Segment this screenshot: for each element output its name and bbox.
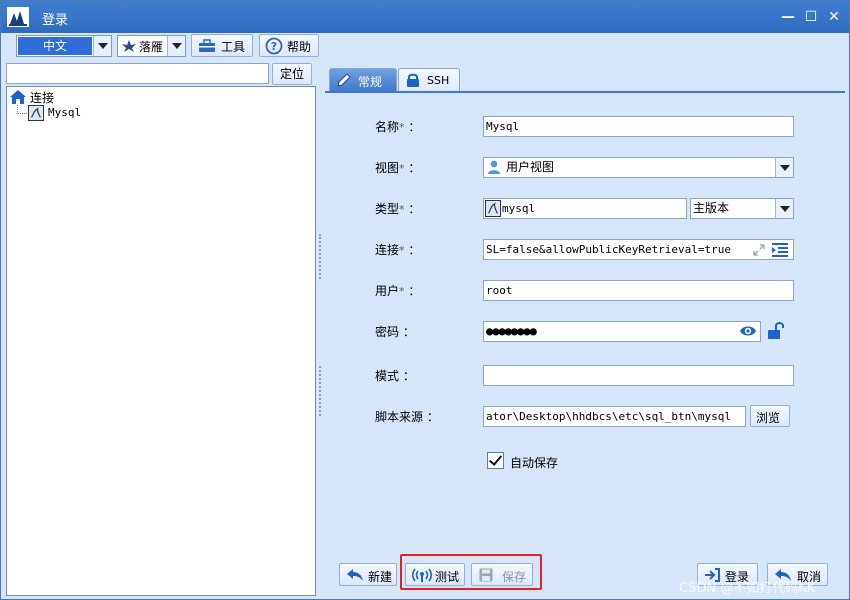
toolbar: 中文 落雁 工具 ? 帮助 (1, 33, 849, 61)
language-select[interactable]: 中文 (16, 35, 112, 57)
browse-button[interactable]: 浏览 (750, 405, 790, 427)
login-window: 登录 — ☐ ✕ 中文 落雁 工具 ? 帮助 定位 连接 Mysql 常规 SS… (0, 0, 850, 600)
expand-icon[interactable] (752, 243, 766, 257)
chevron-down-icon[interactable] (775, 199, 793, 218)
name-input[interactable] (483, 116, 794, 137)
type-field[interactable]: mysql (483, 198, 687, 219)
help-icon: ? (265, 37, 283, 55)
view-label: 视图* ： (375, 161, 421, 175)
language-value: 中文 (18, 37, 92, 55)
password-label: 密码 ： (375, 325, 415, 339)
theme-value: 落雁 (139, 40, 164, 54)
title-bar[interactable]: 登录 — ☐ ✕ (1, 1, 849, 33)
svg-text:?: ? (271, 40, 277, 53)
splitter-grip (319, 234, 321, 279)
tree-search-input[interactable] (6, 63, 269, 84)
mysql-icon (28, 105, 44, 121)
lock-icon (407, 73, 419, 87)
tools-button[interactable]: 工具 (191, 34, 253, 57)
script-source-input[interactable]: ator\Desktop\hhdbcs\etc\sql_btn\mysql (483, 406, 746, 427)
view-value: 用户视图 (506, 160, 555, 174)
type-label: 类型* ： (375, 202, 421, 216)
minimize-icon[interactable]: — (779, 8, 797, 26)
connection-label: 连接* ： (375, 243, 421, 257)
tree-item-label: Mysql (48, 106, 82, 119)
toolbox-icon (199, 39, 215, 52)
autosave-label: 自动保存 (510, 456, 559, 470)
new-button[interactable]: 新建 (339, 563, 397, 586)
schema-label: 模式 ： (375, 369, 415, 383)
tree-root-label: 连接 (30, 91, 55, 105)
help-label: 帮助 (287, 40, 312, 54)
app-logo-icon (7, 7, 29, 27)
connection-value: SL=false&allowPublicKeyRetrieval=true (486, 243, 732, 256)
chevron-down-icon[interactable] (167, 36, 185, 56)
panel-splitter[interactable] (317, 86, 325, 596)
tab-general[interactable]: 常规 (329, 68, 397, 92)
tab-general-label: 常规 (358, 75, 383, 89)
window-title: 登录 (42, 13, 69, 28)
version-value: 主版本 (693, 201, 730, 215)
home-icon (10, 90, 26, 104)
theme-select[interactable]: 落雁 (117, 35, 186, 57)
script-source-value: ator\Desktop\hhdbcs\etc\sql_btn\mysql (486, 410, 732, 423)
user-icon (488, 160, 500, 174)
connection-input[interactable]: SL=false&allowPublicKeyRetrieval=true (483, 239, 794, 260)
tab-ssh[interactable]: SSH (398, 68, 460, 92)
chevron-down-icon[interactable] (93, 36, 111, 56)
script-source-label: 脚本来源 ： (375, 410, 439, 424)
maximize-icon[interactable]: ☐ (802, 8, 820, 26)
view-select[interactable]: 用户视图 (483, 157, 794, 178)
tree-connector (17, 105, 27, 114)
highlight-box (400, 554, 542, 590)
list-indent-icon[interactable] (771, 242, 789, 258)
autosave-checkbox[interactable] (487, 452, 504, 469)
tab-ssh-label: SSH (427, 74, 450, 87)
eye-icon[interactable] (739, 324, 757, 338)
theme-icon (122, 40, 136, 52)
password-value: ●●●●●●●● (486, 324, 537, 338)
watermark: CSDN @不如打代码KK (679, 581, 816, 596)
unlock-icon[interactable] (767, 321, 785, 341)
pencil-icon (337, 73, 351, 87)
splitter-grip (319, 366, 321, 416)
undo-arrow-icon (347, 569, 363, 581)
name-label: 名称* ： (375, 120, 421, 134)
schema-input[interactable] (483, 365, 794, 386)
user-input[interactable] (483, 280, 794, 301)
mysql-icon (485, 200, 501, 217)
password-input[interactable]: ●●●●●●●● (483, 321, 761, 342)
user-label: 用户* ： (375, 284, 421, 298)
connection-tree[interactable]: 连接 Mysql (6, 86, 316, 596)
chevron-down-icon[interactable] (775, 158, 793, 177)
tools-label: 工具 (221, 40, 246, 54)
help-button[interactable]: ? 帮助 (259, 34, 319, 57)
close-icon[interactable]: ✕ (825, 8, 843, 26)
locate-button[interactable]: 定位 (272, 63, 312, 85)
type-value: mysql (502, 202, 536, 215)
version-select[interactable]: 主版本 (690, 198, 794, 219)
